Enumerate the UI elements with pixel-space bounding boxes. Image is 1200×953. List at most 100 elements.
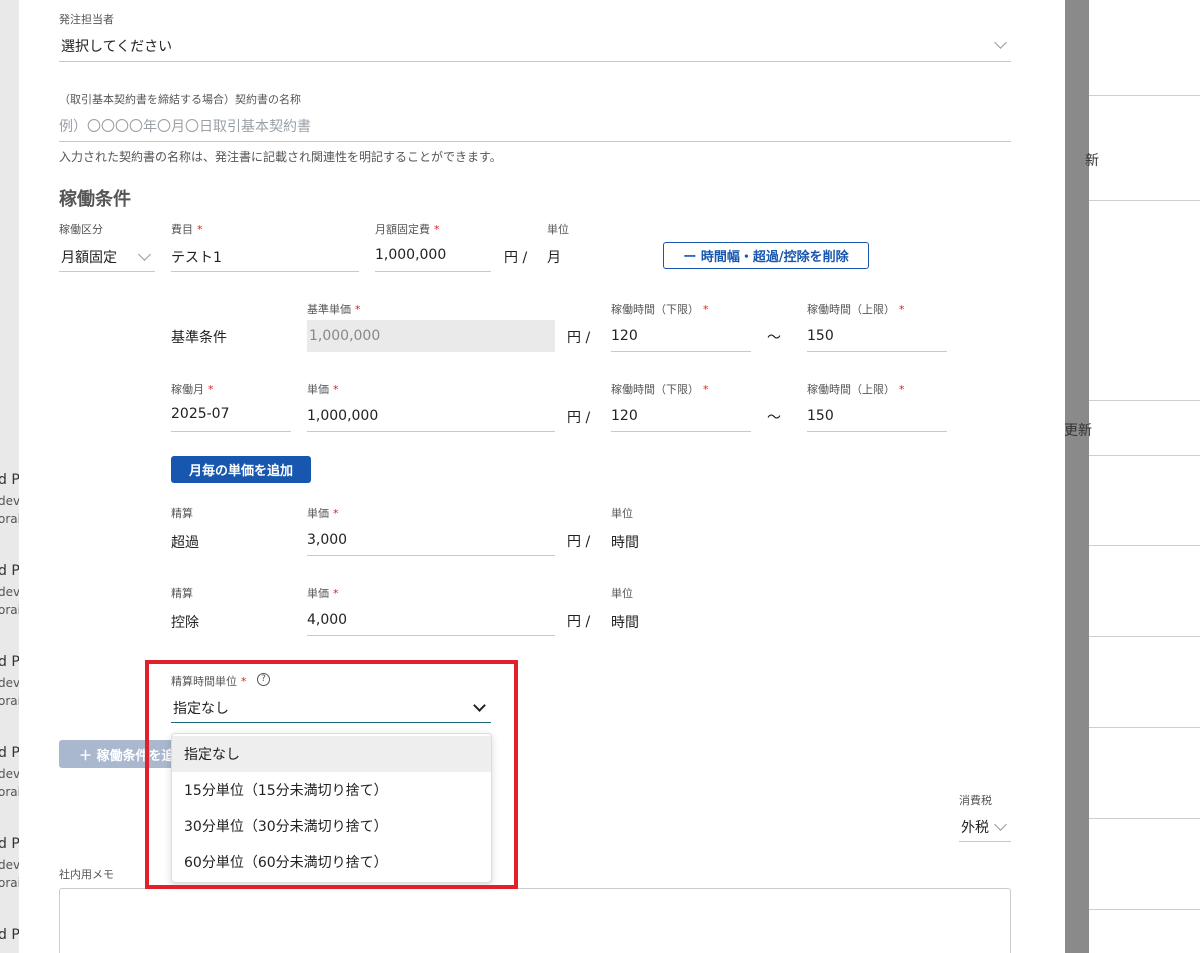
unit-value: 月 xyxy=(547,250,561,266)
remove-time-range-button[interactable]: ー 時間幅・超過/控除を削除 xyxy=(663,242,869,269)
bg-divider xyxy=(1089,545,1200,546)
work-month-underline xyxy=(171,431,291,432)
bg-row-title: d P xyxy=(0,472,20,488)
work-type-label: 稼働区分 xyxy=(59,223,103,236)
contract-name-note: 入力された契約書の名称は、発注書に記載され関連性を明記することができます。 xyxy=(59,150,502,164)
background-right-panel: 新 更新 xyxy=(1064,0,1200,953)
base-suffix: 円 / xyxy=(567,330,591,346)
monthly-fee-label: 月額固定費 * xyxy=(375,223,440,236)
contract-name-underline xyxy=(59,141,1011,142)
deduction-unit-value: 時間 xyxy=(611,615,639,631)
bg-divider xyxy=(1089,909,1200,910)
monthly-min-input[interactable]: 120 xyxy=(611,408,638,424)
bg-row-title: d P xyxy=(0,654,20,670)
bg-divider xyxy=(1089,200,1200,201)
expense-underline xyxy=(171,271,359,272)
overtime-suffix: 円 / xyxy=(567,534,591,550)
base-unit-price-value: 1,000,000 xyxy=(309,328,381,344)
chevron-down-icon[interactable] xyxy=(994,36,1007,49)
bg-label: 新 xyxy=(1085,153,1099,169)
memo-textarea[interactable] xyxy=(59,888,1011,953)
work-month-input[interactable]: 2025-07 xyxy=(171,406,230,422)
memo-label: 社内用メモ xyxy=(59,868,114,881)
chevron-down-icon[interactable] xyxy=(138,248,151,261)
deduction-suffix: 円 / xyxy=(567,614,591,630)
highlight-box xyxy=(145,660,518,889)
add-monthly-price-button[interactable]: 月毎の単価を追加 xyxy=(171,456,311,483)
tax-label: 消費税 xyxy=(959,794,992,807)
monthly-tilde: 〜 xyxy=(767,410,781,426)
bg-divider xyxy=(1089,727,1200,728)
bg-row-sub: orai xyxy=(0,694,21,708)
deduction-unit-price-underline xyxy=(307,635,555,636)
overtime-unit-label: 単位 xyxy=(611,507,633,520)
overtime-settle-value: 超過 xyxy=(171,535,199,551)
tax-underline xyxy=(959,841,1011,842)
deduction-settle-label: 精算 xyxy=(171,587,193,600)
base-unit-price-label: 基準単価 * xyxy=(307,303,361,316)
monthly-unit-price-label: 単価 * xyxy=(307,383,339,396)
bg-row-sub: orai xyxy=(0,785,21,799)
monthly-suffix: 円 / xyxy=(567,410,591,426)
base-max-label: 稼働時間（上限） * xyxy=(807,303,905,316)
bg-divider xyxy=(1089,636,1200,637)
bg-row-sub: dev xyxy=(0,676,21,690)
bg-row-title: d P xyxy=(0,927,20,943)
order-person-underline xyxy=(59,61,1011,62)
base-min-underline xyxy=(611,351,751,352)
monthly-unit-price-underline xyxy=(307,431,555,432)
bg-row-sub: orai xyxy=(0,512,21,526)
work-month-label: 稼働月 * xyxy=(171,383,214,396)
chevron-down-icon[interactable] xyxy=(994,818,1007,831)
bg-row-title: d P xyxy=(0,836,20,852)
bg-row-sub: dev xyxy=(0,585,21,599)
bg-divider xyxy=(1089,818,1200,819)
base-max-input[interactable]: 150 xyxy=(807,328,834,344)
monthly-max-input[interactable]: 150 xyxy=(807,408,834,424)
tax-select[interactable]: 外税 xyxy=(961,817,989,837)
monthly-max-underline xyxy=(807,431,947,432)
expense-input[interactable]: テスト1 xyxy=(171,247,222,267)
overtime-settle-label: 精算 xyxy=(171,507,193,520)
base-condition-label: 基準条件 xyxy=(171,330,227,346)
unit-label: 単位 xyxy=(547,223,569,236)
monthly-fee-input[interactable]: 1,000,000 xyxy=(375,247,446,263)
monthly-min-underline xyxy=(611,431,751,432)
overtime-unit-price-label: 単価 * xyxy=(307,507,339,520)
base-max-underline xyxy=(807,351,947,352)
monthly-fee-underline xyxy=(375,271,491,272)
monthly-unit-price-input[interactable]: 1,000,000 xyxy=(307,408,378,424)
overtime-unit-price-underline xyxy=(307,555,555,556)
contract-name-label: （取引基本契約書を締結する場合）契約書の名称 xyxy=(59,93,301,106)
base-min-label: 稼働時間（下限） * xyxy=(611,303,709,316)
deduction-settle-value: 控除 xyxy=(171,615,199,631)
base-tilde: 〜 xyxy=(767,330,781,346)
bg-row-sub: orai xyxy=(0,603,21,617)
bg-row-sub: dev xyxy=(0,494,21,508)
contract-name-input[interactable]: 例）〇〇〇〇年〇月〇日取引基本契約書 xyxy=(59,116,311,136)
bg-divider xyxy=(1089,400,1200,401)
bg-row-sub: orai xyxy=(0,876,21,890)
expense-label: 費目 * xyxy=(171,223,203,236)
base-min-input[interactable]: 120 xyxy=(611,328,638,344)
bg-divider xyxy=(1089,455,1200,456)
order-person-label: 発注担当者 xyxy=(59,13,114,26)
overtime-unit-price-input[interactable]: 3,000 xyxy=(307,532,347,548)
deduction-unit-label: 単位 xyxy=(611,587,633,600)
bg-divider xyxy=(1089,95,1200,96)
bg-row-title: d P xyxy=(0,745,20,761)
order-person-select[interactable]: 選択してください xyxy=(61,36,172,56)
deduction-unit-price-label: 単価 * xyxy=(307,587,339,600)
section-title: 稼働条件 xyxy=(59,189,131,210)
work-type-underline xyxy=(59,271,155,272)
monthly-max-label: 稼働時間（上限） * xyxy=(807,383,905,396)
bg-label: 更新 xyxy=(1064,423,1092,439)
bg-row-title: d P xyxy=(0,563,20,579)
overtime-unit-value: 時間 xyxy=(611,535,639,551)
monthly-fee-suffix: 円 / xyxy=(504,250,528,266)
deduction-unit-price-input[interactable]: 4,000 xyxy=(307,612,347,628)
contract-modal: 発注担当者 選択してください （取引基本契約書を締結する場合）契約書の名称 例）… xyxy=(19,0,1065,953)
bg-row-sub: dev xyxy=(0,858,21,872)
background-scrollbar-area xyxy=(1065,0,1089,953)
work-type-select[interactable]: 月額固定 xyxy=(61,247,117,267)
